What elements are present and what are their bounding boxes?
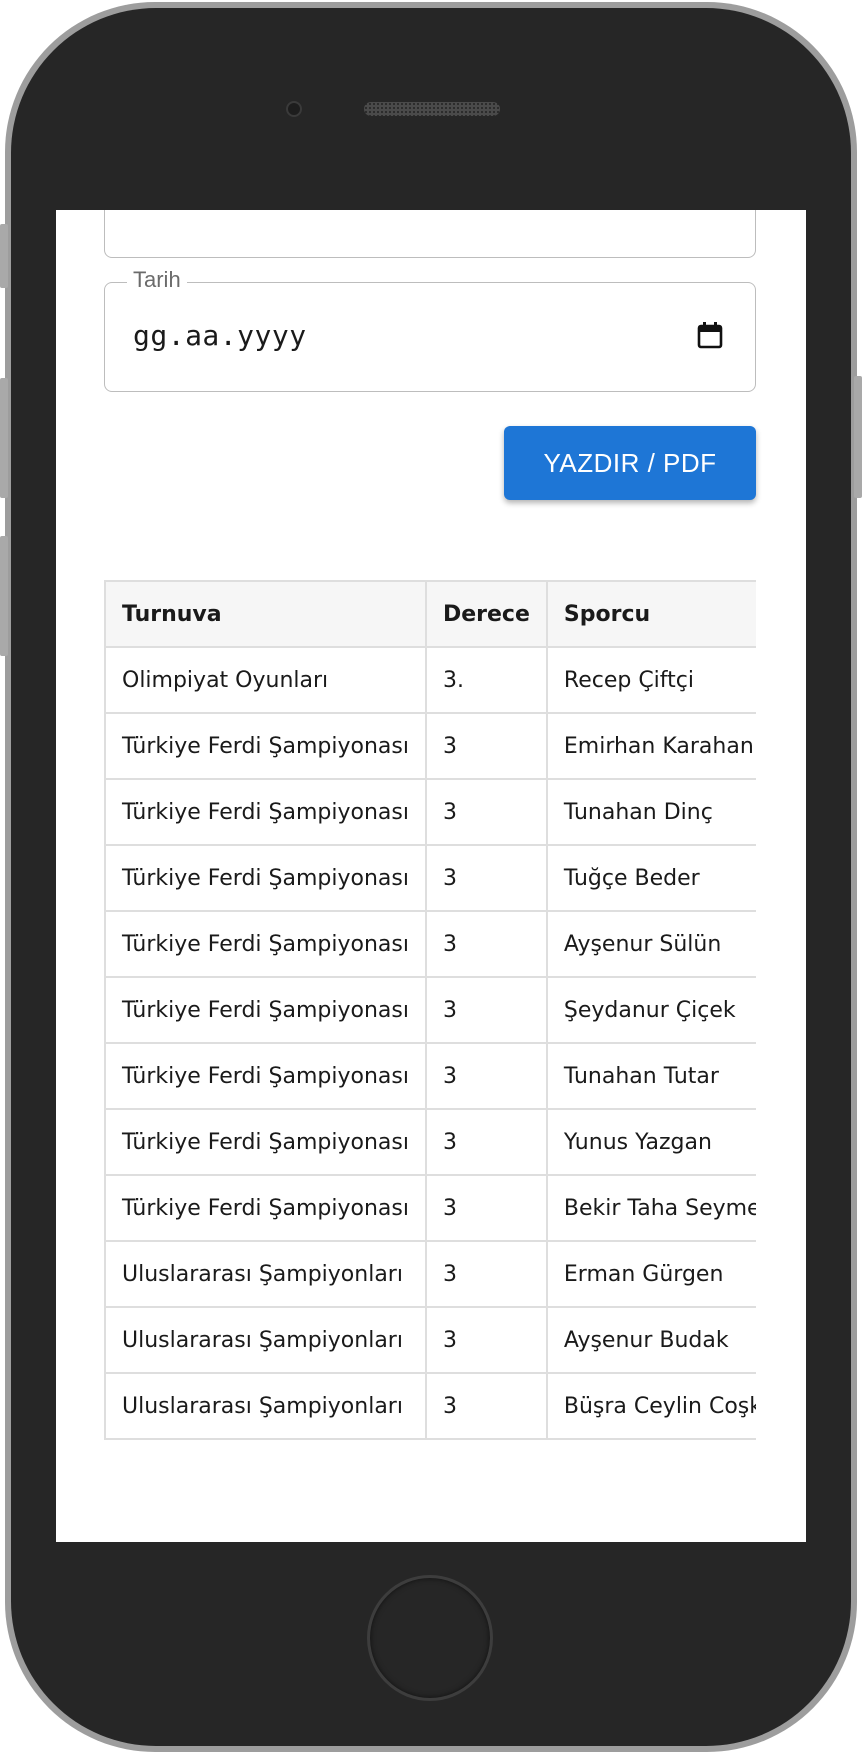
date-field-label: Tarih <box>127 267 187 293</box>
cell-athlete: Erman Gürgen <box>545 1240 756 1308</box>
results-table-container[interactable]: Turnuva Derece Sporcu Olimpiyat Oyunları… <box>104 580 756 1440</box>
table-row: Türkiye Ferdi Şampiyonası 3 Emirhan Kara… <box>104 712 756 780</box>
table-row: Olimpiyat Oyunları 3. Recep Çiftçi <box>104 646 756 714</box>
results-table: Turnuva Derece Sporcu Olimpiyat Oyunları… <box>104 580 756 1440</box>
side-button <box>0 378 8 498</box>
side-button <box>0 536 8 656</box>
cell-athlete: Tunahan Tutar <box>545 1042 756 1110</box>
speaker-grille <box>364 102 500 116</box>
cell-athlete: Tunahan Dinç <box>545 778 756 846</box>
table-row: Uluslararası Şampiyonları 3 Ayşenur Buda… <box>104 1306 756 1374</box>
cell-athlete: Ayşenur Budak <box>545 1306 756 1374</box>
table-row: Türkiye Ferdi Şampiyonası 3 Ayşenur Sülü… <box>104 910 756 978</box>
cell-tournament: Türkiye Ferdi Şampiyonası <box>104 910 427 978</box>
cell-rank: 3 <box>424 976 548 1044</box>
cell-tournament: Türkiye Ferdi Şampiyonası <box>104 1042 427 1110</box>
cell-rank: 3. <box>424 646 548 714</box>
print-pdf-button[interactable]: YAZDIR / PDF <box>504 426 756 500</box>
cell-tournament: Türkiye Ferdi Şampiyonası <box>104 712 427 780</box>
cell-athlete: Recep Çiftçi <box>545 646 756 714</box>
cell-athlete: Bekir Taha Seymen <box>545 1174 756 1242</box>
cell-rank: 3 <box>424 844 548 912</box>
cell-tournament: Olimpiyat Oyunları <box>104 646 427 714</box>
cell-rank: 3 <box>424 778 548 846</box>
cell-rank: 3 <box>424 910 548 978</box>
cell-tournament: Uluslararası Şampiyonları <box>104 1240 427 1308</box>
date-field[interactable]: Tarih gg.aa.yyyy <box>104 267 756 392</box>
date-input[interactable]: gg.aa.yyyy <box>133 319 307 352</box>
table-row: Türkiye Ferdi Şampiyonası 3 Şeydanur Çiç… <box>104 976 756 1044</box>
cell-rank: 3 <box>424 1174 548 1242</box>
cell-rank: 3 <box>424 1372 548 1440</box>
table-row: Türkiye Ferdi Şampiyonası 3 Yunus Yazgan <box>104 1108 756 1176</box>
cell-rank: 3 <box>424 1240 548 1308</box>
cell-tournament: Türkiye Ferdi Şampiyonası <box>104 778 427 846</box>
table-row: Uluslararası Şampiyonları 3 Büşra Ceylin… <box>104 1372 756 1440</box>
screen: Tarih gg.aa.yyyy YAZDIR / PDF Turnuva De… <box>56 210 806 1542</box>
cell-tournament: Türkiye Ferdi Şampiyonası <box>104 976 427 1044</box>
cell-rank: 3 <box>424 1042 548 1110</box>
column-header-tournament: Turnuva <box>104 580 427 648</box>
side-button <box>0 224 8 288</box>
cell-tournament: Türkiye Ferdi Şampiyonası <box>104 844 427 912</box>
cell-athlete: Yunus Yazgan <box>545 1108 756 1176</box>
cell-athlete: Büşra Ceylin Coşkun <box>545 1372 756 1440</box>
camera-icon <box>286 101 302 117</box>
table-row: Türkiye Ferdi Şampiyonası 3 Bekir Taha S… <box>104 1174 756 1242</box>
cell-tournament: Türkiye Ferdi Şampiyonası <box>104 1108 427 1176</box>
table-row: Türkiye Ferdi Şampiyonası 3 Tunahan Tuta… <box>104 1042 756 1110</box>
table-row: Türkiye Ferdi Şampiyonası 3 Tunahan Dinç <box>104 778 756 846</box>
cell-athlete: Ayşenur Sülün <box>545 910 756 978</box>
cell-tournament: Uluslararası Şampiyonları <box>104 1372 427 1440</box>
side-button <box>854 376 862 498</box>
cell-rank: 3 <box>424 712 548 780</box>
previous-input-field[interactable] <box>104 210 756 258</box>
table-row: Türkiye Ferdi Şampiyonası 3 Tuğçe Beder <box>104 844 756 912</box>
table-header-row: Turnuva Derece Sporcu <box>104 580 756 648</box>
column-header-athlete: Sporcu <box>545 580 756 648</box>
calendar-icon[interactable] <box>697 321 723 349</box>
cell-athlete: Emirhan Karahan <box>545 712 756 780</box>
cell-athlete: Şeydanur Çiçek <box>545 976 756 1044</box>
table-row: Uluslararası Şampiyonları 3 Erman Gürgen <box>104 1240 756 1308</box>
cell-tournament: Türkiye Ferdi Şampiyonası <box>104 1174 427 1242</box>
column-header-rank: Derece <box>424 580 548 648</box>
cell-tournament: Uluslararası Şampiyonları <box>104 1306 427 1374</box>
cell-rank: 3 <box>424 1108 548 1176</box>
home-button[interactable] <box>367 1575 493 1701</box>
cell-rank: 3 <box>424 1306 548 1374</box>
cell-athlete: Tuğçe Beder <box>545 844 756 912</box>
